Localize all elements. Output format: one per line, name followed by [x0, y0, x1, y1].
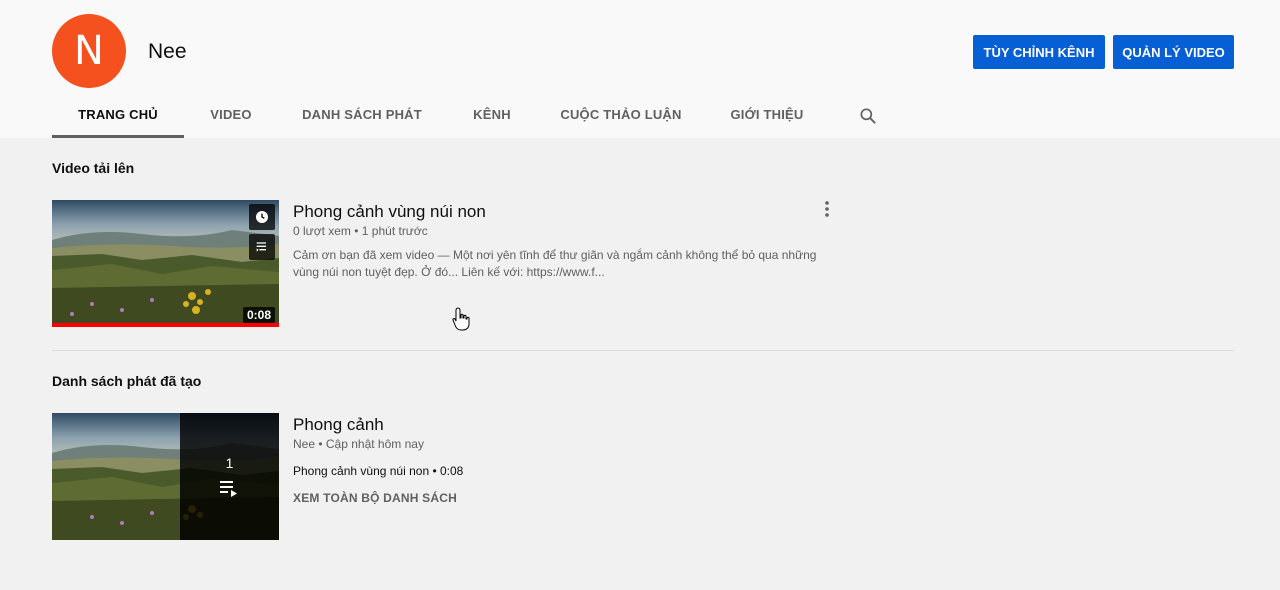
video-thumbnail[interactable]: 0:08	[52, 200, 279, 327]
playlist-video-count: 1	[225, 455, 234, 471]
tab-playlists[interactable]: DANH SÁCH PHÁT	[298, 96, 426, 138]
tab-about[interactable]: GIỚI THIỆU	[726, 96, 808, 138]
queue-icon[interactable]	[249, 234, 275, 260]
more-vert-icon[interactable]	[818, 200, 836, 220]
hand-cursor-icon	[452, 307, 470, 331]
video-title[interactable]: Phong cảnh vùng núi non	[293, 202, 486, 222]
playlist-thumbnail[interactable]: 1	[52, 413, 279, 540]
customize-channel-button[interactable]: TÙY CHỈNH KÊNH	[973, 35, 1105, 69]
playlist-overlay[interactable]: 1	[180, 413, 279, 540]
playlist-meta: Nee • Cập nhật hôm nay	[293, 437, 424, 451]
tab-videos[interactable]: VIDEO	[202, 96, 260, 138]
section-divider	[52, 350, 1234, 351]
channel-header: N Nee TÙY CHỈNH KÊNH QUẢN LÝ VIDEO TRANG…	[0, 0, 1280, 138]
playlists-section-title: Danh sách phát đã tạo	[52, 373, 202, 389]
manage-videos-button[interactable]: QUẢN LÝ VIDEO	[1113, 35, 1234, 69]
channel-avatar[interactable]: N	[52, 14, 126, 88]
video-meta: 0 lượt xem • 1 phút trước	[293, 224, 428, 238]
uploads-section-title: Video tải lên	[52, 160, 135, 176]
tab-channels[interactable]: KÊNH	[468, 96, 516, 138]
clock-icon[interactable]	[249, 204, 275, 230]
playlist-title[interactable]: Phong cảnh	[293, 415, 384, 435]
channel-name: Nee	[148, 40, 187, 63]
video-duration: 0:08	[242, 307, 275, 323]
watch-progress-bar	[52, 323, 279, 327]
tab-discussion[interactable]: CUỘC THẢO LUẬN	[558, 96, 684, 138]
playlist-first-video[interactable]: Phong cảnh vùng núi non • 0:08	[293, 464, 463, 478]
video-description: Cảm ơn bạn đã xem video — Một nơi yên tĩ…	[293, 248, 817, 279]
playlist-play-icon	[220, 481, 237, 497]
search-icon[interactable]	[858, 106, 878, 126]
view-full-playlist-link[interactable]: XEM TOÀN BỘ DANH SÁCH	[293, 491, 457, 505]
tab-home[interactable]: TRANG CHỦ	[52, 96, 184, 138]
